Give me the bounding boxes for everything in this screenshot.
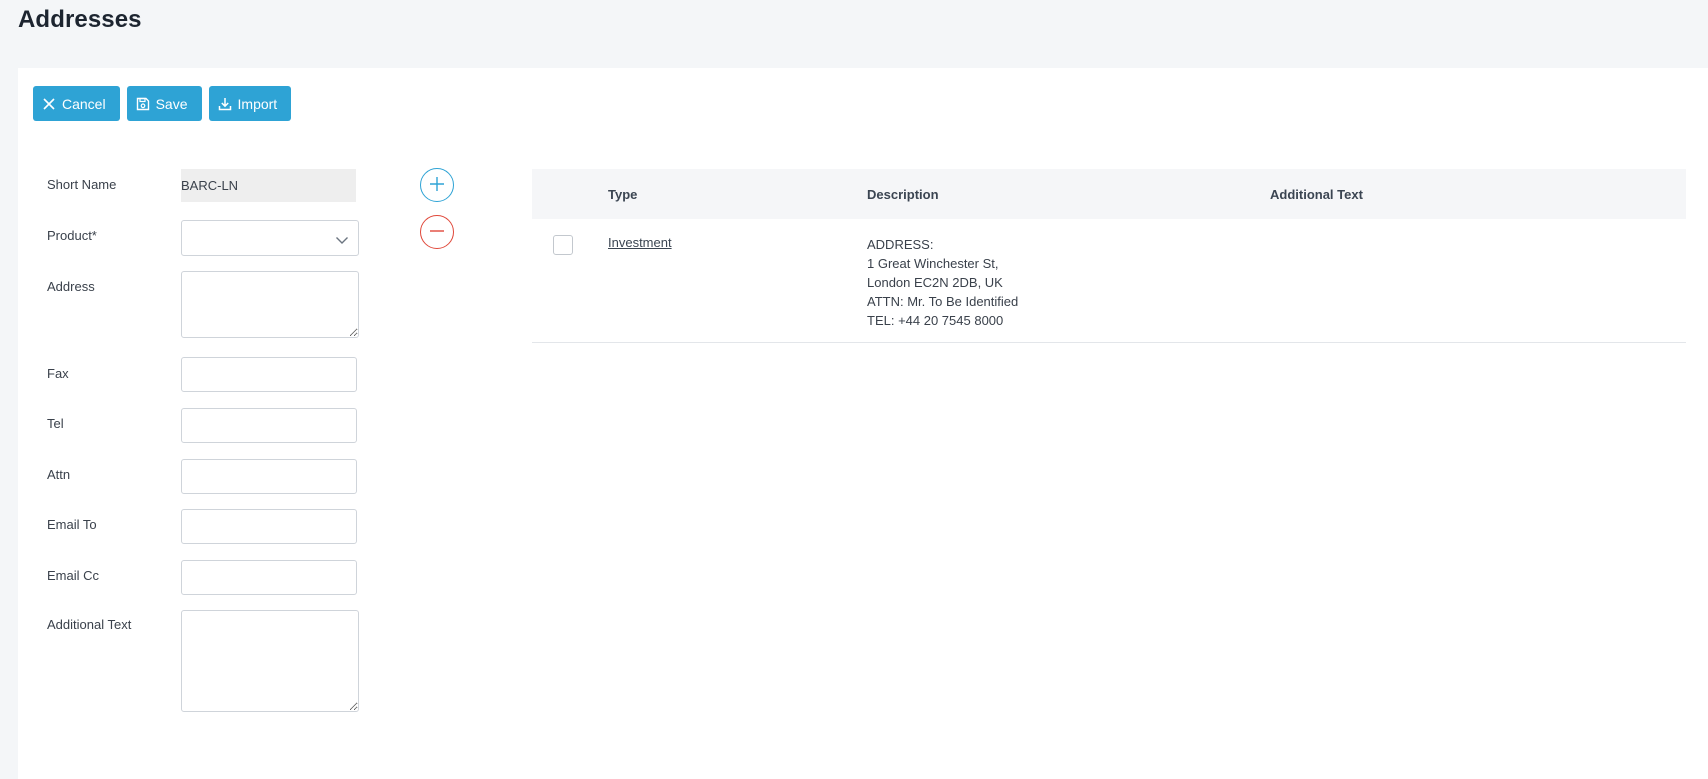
cancel-button[interactable]: Cancel — [33, 86, 120, 121]
additional-text-label: Additional Text — [47, 617, 132, 632]
row-description-line: ADDRESS: — [867, 237, 934, 252]
email-to-input[interactable] — [181, 509, 357, 544]
row-checkbox[interactable] — [553, 235, 573, 255]
remove-address-button[interactable] — [420, 215, 454, 249]
row-description-line: 1 Great Winchester St, — [867, 256, 999, 271]
product-label: Product* — [47, 228, 97, 243]
column-header-type[interactable]: Type — [608, 187, 637, 202]
row-description: ADDRESS: 1 Great Winchester St, London E… — [867, 235, 1018, 330]
address-label: Address — [47, 279, 95, 294]
short-name-field: BARC-LN — [181, 169, 356, 202]
import-button[interactable]: Import — [208, 86, 292, 121]
toolbar: Cancel Save Import — [33, 86, 292, 121]
product-select[interactable] — [181, 220, 359, 256]
chevron-down-icon — [335, 232, 349, 250]
row-description-line: ATTN: Mr. To Be Identified — [867, 294, 1019, 309]
short-name-label: Short Name — [47, 177, 117, 192]
row-type-link[interactable]: Investment — [608, 235, 672, 250]
add-address-button[interactable] — [420, 168, 454, 202]
tel-label: Tel — [47, 416, 64, 431]
page-title: Addresses — [18, 6, 142, 33]
import-button-label: Import — [237, 95, 278, 112]
cancel-button-label: Cancel — [62, 95, 106, 112]
table-row[interactable]: Investment ADDRESS: 1 Great Winchester S… — [532, 219, 1686, 343]
column-header-additional-text[interactable]: Additional Text — [1270, 187, 1363, 202]
save-button-label: Save — [155, 95, 188, 112]
save-button[interactable]: Save — [126, 86, 202, 121]
minus-circle-icon — [429, 223, 445, 242]
address-panel: Cancel Save Import Short Name BARC-LN Pr… — [18, 68, 1708, 779]
floppy-disk-icon — [136, 97, 150, 111]
download-icon — [218, 97, 232, 111]
email-to-label: Email To — [47, 517, 97, 532]
email-cc-input[interactable] — [181, 560, 357, 595]
addresses-table: Type Description Additional Text Investm… — [532, 169, 1686, 343]
column-header-description[interactable]: Description — [867, 187, 939, 202]
table-header: Type Description Additional Text — [532, 169, 1686, 219]
tel-input[interactable] — [181, 408, 357, 443]
fax-label: Fax — [47, 366, 69, 381]
plus-circle-icon — [429, 176, 445, 195]
email-cc-label: Email Cc — [47, 568, 100, 583]
attn-label: Attn — [47, 467, 71, 482]
row-description-line: TEL: +44 20 7545 8000 — [867, 313, 1004, 328]
address-textarea[interactable] — [181, 271, 359, 338]
fax-input[interactable] — [181, 357, 357, 392]
row-description-line: London EC2N 2DB, UK — [867, 275, 1003, 290]
attn-input[interactable] — [181, 459, 357, 494]
close-icon — [42, 97, 56, 111]
additional-text-textarea[interactable] — [181, 610, 359, 712]
